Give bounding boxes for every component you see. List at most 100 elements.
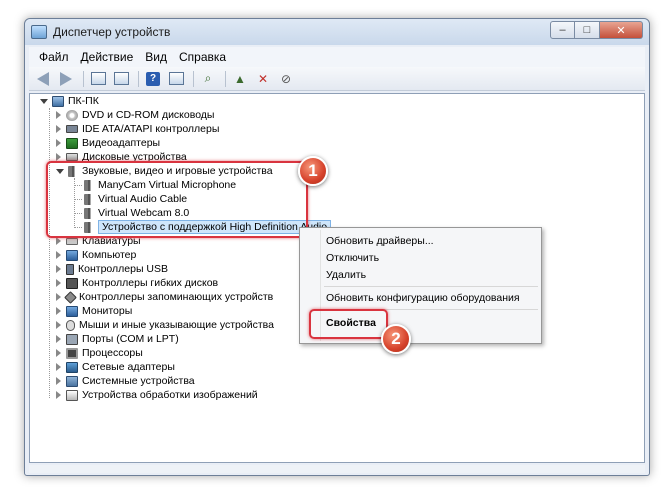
window-controls: – □ ✕	[550, 21, 643, 39]
minimize-button[interactable]: –	[550, 21, 575, 39]
collapse-arrow-icon	[56, 265, 61, 273]
tree-item-system[interactable]: Системные устройства	[56, 374, 195, 388]
menu-separator	[324, 286, 538, 287]
collapse-arrow-icon	[56, 349, 61, 357]
toolbar-separator	[83, 70, 84, 87]
mouse-icon	[66, 319, 75, 331]
collapse-arrow-icon	[56, 391, 61, 399]
console-tree-icon	[90, 72, 106, 85]
dvd-drive-icon	[66, 109, 78, 121]
menu-help[interactable]: Справка	[173, 50, 232, 64]
tree-line	[49, 108, 50, 398]
collapse-arrow-icon	[56, 293, 61, 301]
tree-root[interactable]: ПК-ПК	[40, 94, 99, 108]
collapse-arrow-icon	[56, 321, 61, 329]
tree-item-label: Порты (COM и LPT)	[82, 333, 179, 345]
tree-item-monitors[interactable]: Мониторы	[56, 304, 132, 318]
forward-arrow-icon	[60, 71, 72, 86]
tree-item-dvd[interactable]: DVD и CD-ROM дисководы	[56, 108, 214, 122]
tree-root-label: ПК-ПК	[68, 95, 99, 107]
collapse-arrow-icon	[56, 251, 61, 259]
monitor-icon	[66, 305, 78, 317]
expand-arrow-icon	[40, 98, 48, 104]
disk-drive-icon	[66, 153, 78, 161]
scan-hardware-icon: ⌕	[204, 71, 212, 85]
disable-icon: ⊘	[280, 71, 292, 86]
video-adapter-icon	[66, 137, 78, 149]
tree-item-ide[interactable]: IDE ATA/ATAPI контроллеры	[56, 122, 219, 136]
tree-item-label: Контроллеры USB	[78, 263, 168, 275]
forward-button[interactable]	[56, 70, 76, 88]
menu-file[interactable]: Файл	[33, 50, 75, 64]
tree-item-network[interactable]: Сетевые адаптеры	[56, 360, 175, 374]
menu-item-update-drivers[interactable]: Обновить драйверы...	[326, 235, 434, 247]
collapse-arrow-icon	[56, 125, 61, 133]
highlight-frame-properties	[309, 309, 388, 339]
system-device-icon	[66, 375, 78, 387]
scan-hardware-button[interactable]: ⌕	[198, 70, 218, 88]
toolbar-separator	[138, 70, 139, 87]
tree-item-storage[interactable]: Контроллеры запоминающих устройств	[56, 290, 273, 304]
storage-controller-icon	[64, 290, 77, 304]
menu-view[interactable]: Вид	[139, 50, 173, 64]
tree-item-video[interactable]: Видеоадаптеры	[56, 136, 160, 150]
usb-icon	[66, 263, 74, 275]
disable-button[interactable]: ⊘	[276, 70, 296, 88]
menu-item-disable[interactable]: Отключить	[326, 252, 379, 264]
update-driver-button[interactable]: ▲	[230, 70, 250, 88]
toolbar-separator	[193, 70, 194, 87]
device-manager-icon	[31, 25, 47, 39]
maximize-button[interactable]: □	[575, 21, 600, 39]
menu-bar: Файл Действие Вид Справка	[29, 47, 645, 67]
tree-item-label: Компьютер	[82, 249, 137, 261]
step-badge-2: 2	[381, 324, 411, 354]
menu-action[interactable]: Действие	[75, 50, 140, 64]
collapse-arrow-icon	[56, 111, 61, 119]
tree-item-label: IDE ATA/ATAPI контроллеры	[82, 123, 220, 135]
view-icon	[168, 72, 184, 85]
properties-toolbar-button[interactable]	[111, 70, 131, 88]
tree-item-label: Сетевые адаптеры	[82, 361, 175, 373]
close-button[interactable]: ✕	[600, 21, 643, 39]
collapse-arrow-icon	[56, 377, 61, 385]
tree-item-mice[interactable]: Мыши и иные указывающие устройства	[56, 318, 274, 332]
tree-item-usb[interactable]: Контроллеры USB	[56, 262, 168, 276]
ide-controller-icon	[66, 125, 78, 133]
help-toolbar-button[interactable]: ?	[143, 70, 163, 88]
status-bar	[29, 465, 645, 473]
processor-icon	[66, 347, 78, 359]
menu-item-scan-hardware[interactable]: Обновить конфигурацию оборудования	[326, 292, 520, 304]
tree-item-label: Мыши и иные указывающие устройства	[79, 319, 274, 331]
highlight-frame-sound-devices	[46, 161, 308, 238]
title-bar[interactable]: Диспетчер устройств – □ ✕	[25, 19, 649, 45]
uninstall-button[interactable]: ✕	[253, 70, 273, 88]
show-hide-console-tree-button[interactable]	[88, 70, 108, 88]
back-button[interactable]	[33, 70, 53, 88]
help-icon: ?	[146, 71, 160, 86]
tree-item-imaging[interactable]: Устройства обработки изображений	[56, 388, 258, 402]
collapse-arrow-icon	[56, 363, 61, 371]
tree-item-ports[interactable]: Порты (COM и LPT)	[56, 332, 179, 346]
toolbar: ? ⌕ ▲ ✕ ⊘	[29, 67, 645, 91]
port-icon	[66, 333, 78, 345]
toolbar-separator	[225, 70, 226, 87]
collapse-arrow-icon	[56, 139, 61, 147]
collapse-arrow-icon	[56, 335, 61, 343]
tree-item-label: Контроллеры запоминающих устройств	[79, 291, 274, 303]
computer-icon	[66, 249, 78, 261]
imaging-device-icon	[66, 389, 78, 401]
tree-item-processors[interactable]: Процессоры	[56, 346, 143, 360]
tree-item-floppy[interactable]: Контроллеры гибких дисков	[56, 276, 218, 290]
collapse-arrow-icon	[56, 279, 61, 287]
view-toolbar-button[interactable]	[166, 70, 186, 88]
properties-icon	[113, 72, 129, 85]
collapse-arrow-icon	[56, 153, 61, 161]
tree-item-label: Устройства обработки изображений	[82, 389, 258, 401]
tree-item-computer[interactable]: Компьютер	[56, 248, 136, 262]
tree-item-label: Мониторы	[82, 305, 133, 317]
tree-item-label: Системные устройства	[82, 375, 195, 387]
collapse-arrow-icon	[56, 237, 61, 245]
update-driver-icon: ▲	[234, 71, 246, 86]
menu-item-uninstall[interactable]: Удалить	[326, 269, 366, 281]
tree-item-label: Видеоадаптеры	[82, 137, 161, 149]
